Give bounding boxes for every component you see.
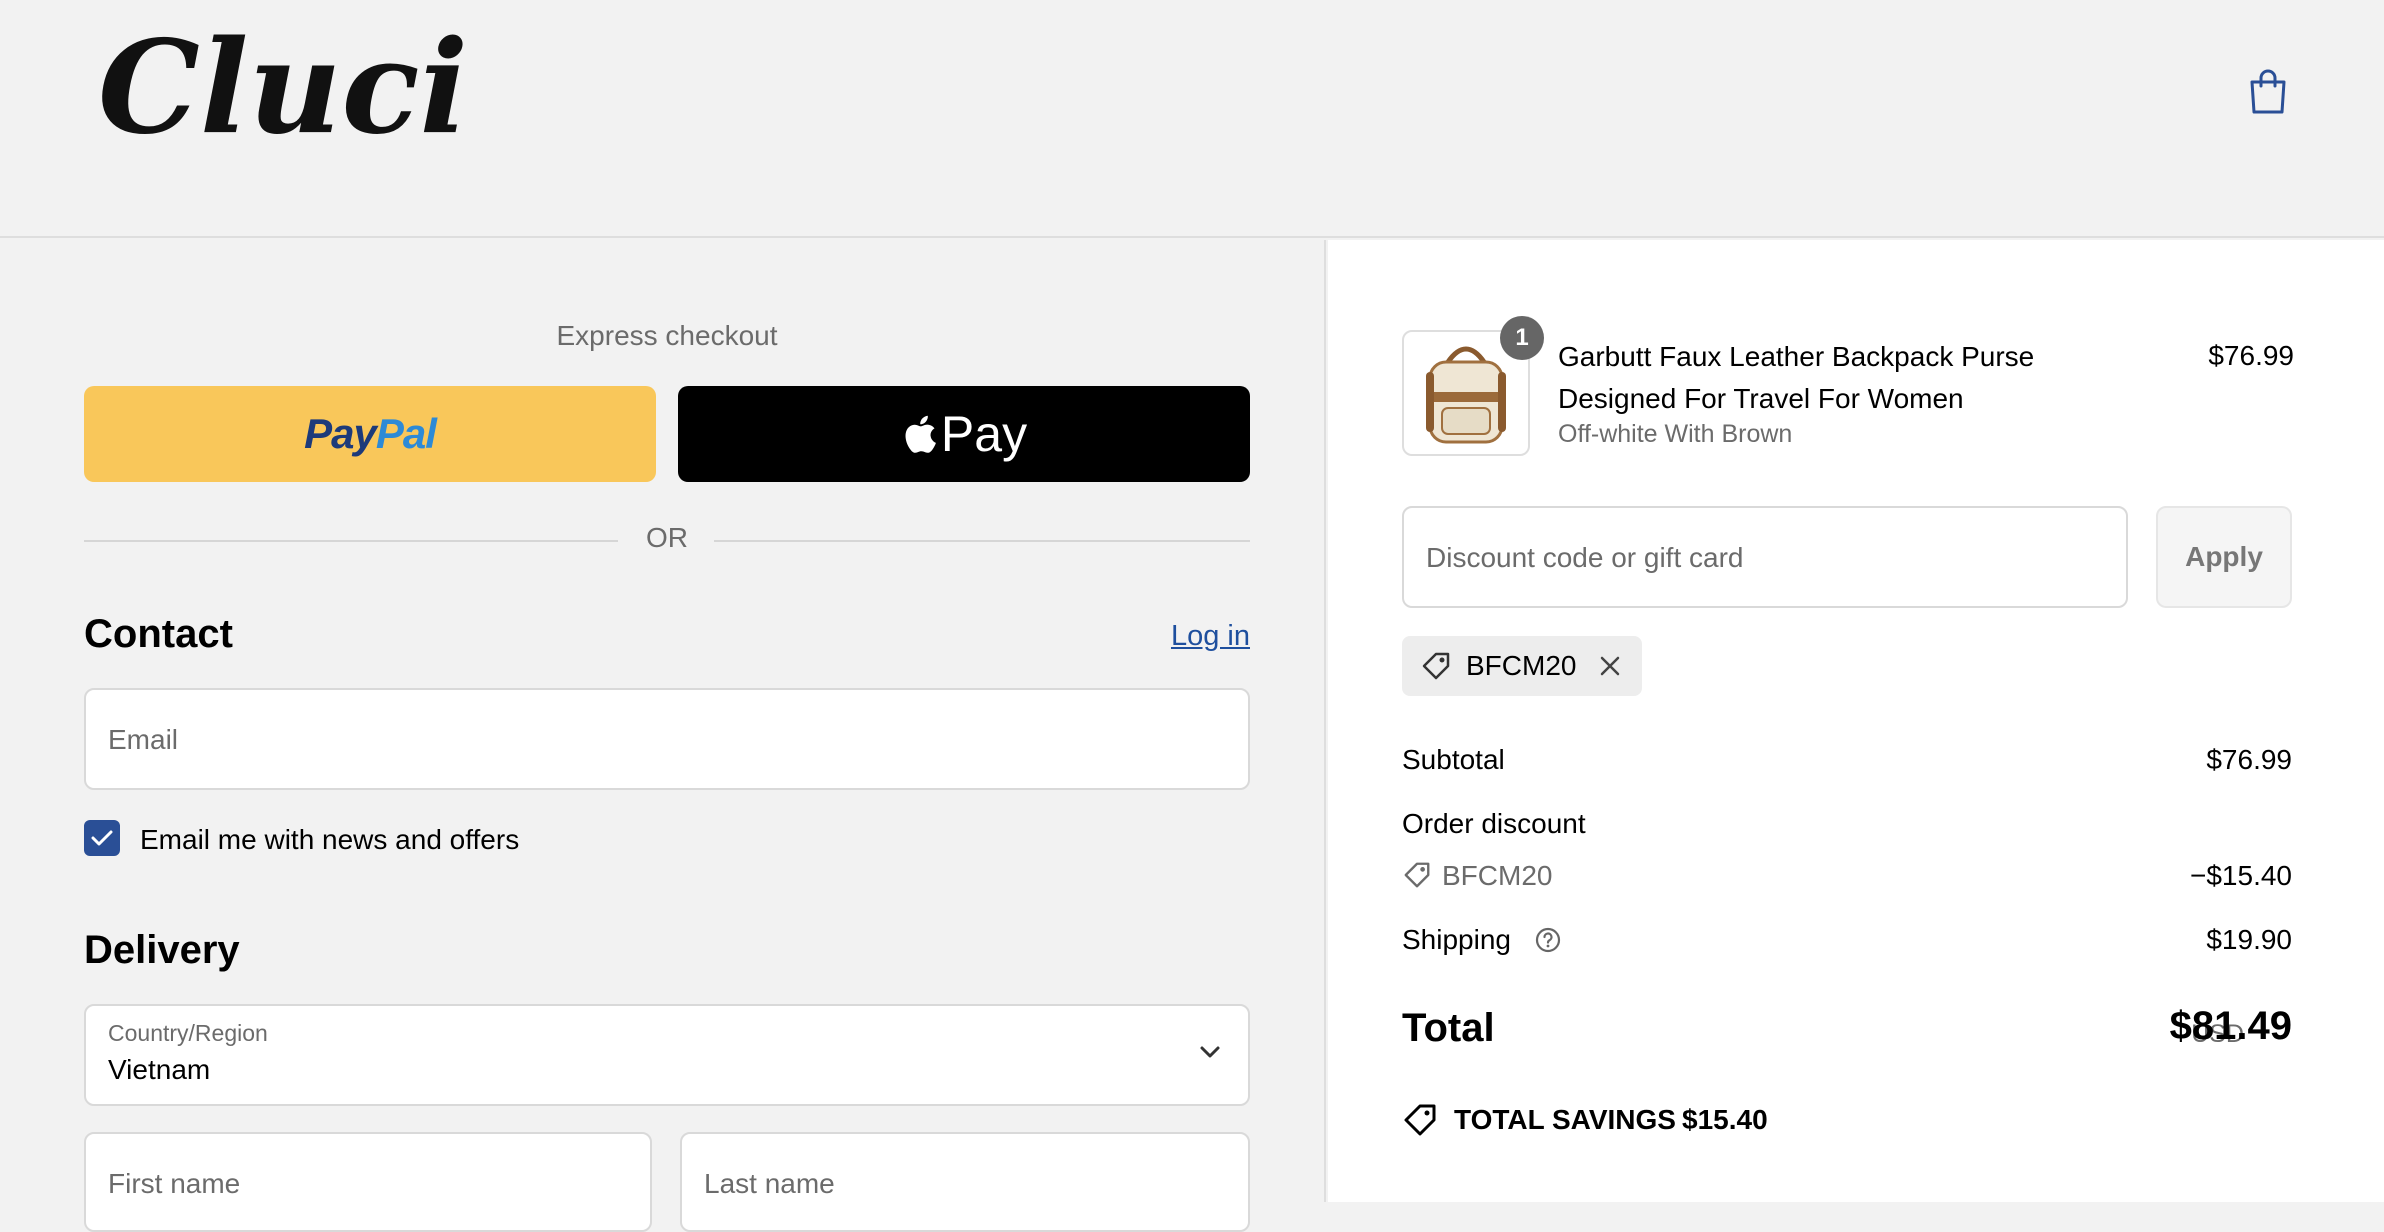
apple-pay-label: Pay — [940, 406, 1028, 462]
country-value: Vietnam — [108, 1054, 211, 1085]
delivery-heading: Delivery — [84, 928, 240, 972]
paypal-logo: PayPal — [304, 410, 437, 457]
subtotal-row: Subtotal $76.99 — [1402, 744, 2292, 776]
email-field[interactable]: Email — [84, 688, 1250, 790]
shipping-label: Shipping — [1402, 924, 1511, 955]
check-icon — [91, 830, 113, 846]
total-label: Total — [1402, 1006, 1495, 1050]
country-label: Country/Region — [108, 1020, 268, 1046]
order-discount-label: Order discount — [1402, 808, 1586, 839]
apple-icon — [905, 415, 936, 453]
quantity-badge: 1 — [1500, 316, 1544, 360]
newsletter-label: Email me with news and offers — [140, 824, 520, 855]
checkout-form: Express checkout PayPal Pay OR Contact L… — [0, 240, 1326, 1232]
applied-code-label: BFCM20 — [1466, 650, 1577, 681]
log-in-link[interactable]: Log in — [1100, 620, 1250, 653]
order-discount-row: Order discount — [1402, 808, 2292, 840]
checkout-header: Cluci — [0, 0, 2384, 238]
last-name-field[interactable]: Last name — [680, 1132, 1250, 1232]
discount-code-input[interactable]: Discount code or gift card — [1402, 506, 2128, 608]
svg-text:Cluci: Cluci — [98, 24, 468, 154]
discount-placeholder: Discount code or gift card — [1426, 542, 1744, 573]
email-placeholder: Email — [108, 724, 179, 755]
subtotal-value: $76.99 — [2206, 744, 2292, 775]
total-value: $81.49 — [2169, 1004, 2292, 1048]
or-label: OR — [646, 522, 688, 553]
shipping-row: Shipping $19.90 — [1402, 924, 2292, 956]
tag-icon — [1422, 652, 1450, 680]
first-name-field[interactable]: First name — [84, 1132, 652, 1232]
express-checkout-title: Express checkout — [556, 320, 778, 351]
savings-label: TOTAL SAVINGS — [1454, 1104, 1676, 1135]
product-variant: Off-white With Brown — [1558, 420, 1793, 448]
savings-value: $15.40 — [1682, 1104, 1768, 1135]
chevron-down-icon — [1200, 1046, 1220, 1058]
product-price: $76.99 — [2208, 340, 2294, 371]
discount-code-label: BFCM20 — [1442, 860, 1553, 891]
apply-button[interactable]: Apply — [2156, 506, 2292, 608]
applied-code-chip: BFCM20 — [1402, 636, 1642, 696]
tag-icon — [1404, 862, 1430, 888]
order-summary: 1 Garbutt Faux Leather Backpack Purse De… — [1328, 240, 2384, 1202]
country-select[interactable]: Country/Region Vietnam — [84, 1004, 1250, 1106]
brand-logo[interactable]: Cluci — [98, 24, 488, 154]
shopping-bag-icon[interactable] — [2246, 68, 2290, 116]
paypal-button[interactable]: PayPal — [84, 386, 656, 482]
savings-tag-icon — [1404, 1104, 1436, 1136]
apple-pay-button[interactable]: Pay — [678, 386, 1250, 482]
discount-value: −$15.40 — [2190, 860, 2292, 891]
help-icon[interactable] — [1534, 926, 1562, 954]
newsletter-checkbox[interactable] — [84, 820, 120, 856]
contact-heading: Contact — [84, 612, 233, 656]
product-name: Garbutt Faux Leather Backpack Purse Desi… — [1558, 341, 2035, 414]
last-name-placeholder: Last name — [704, 1168, 835, 1199]
first-name-placeholder: First name — [108, 1168, 241, 1199]
subtotal-label: Subtotal — [1402, 744, 1505, 775]
or-divider: OR — [84, 518, 1250, 562]
shipping-value: $19.90 — [2206, 924, 2292, 955]
remove-code-icon[interactable] — [1596, 652, 1624, 680]
